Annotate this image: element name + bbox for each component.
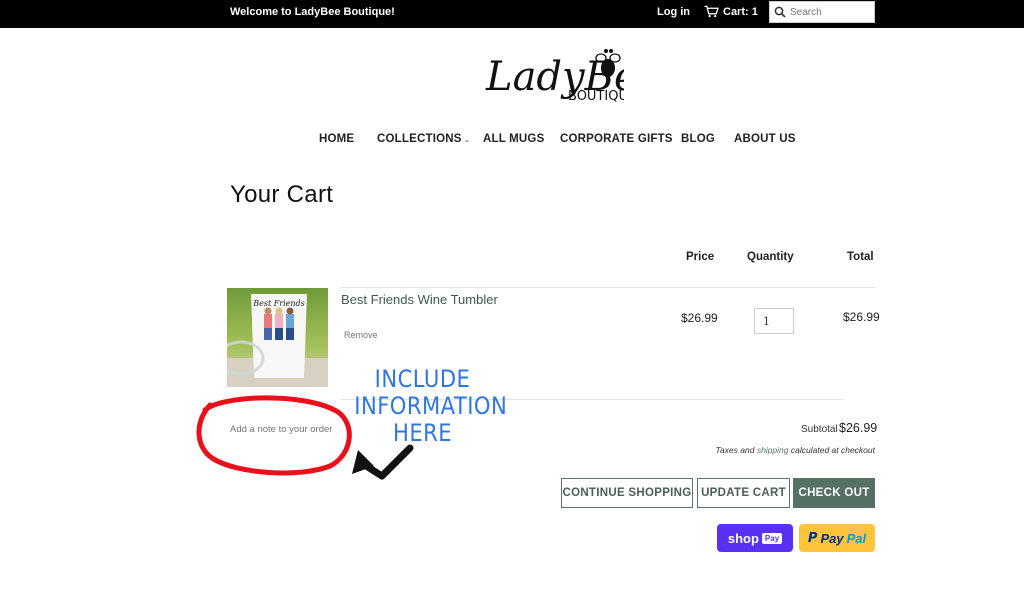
annotation-text: INCLUDE INFORMATION HERE: [354, 365, 508, 447]
continue-shopping-button[interactable]: CONTINUE SHOPPING: [561, 478, 693, 508]
update-cart-button[interactable]: UPDATE CART: [697, 478, 790, 508]
search-input[interactable]: [790, 6, 870, 18]
product-title-link[interactable]: Best Friends Wine Tumbler: [341, 292, 498, 307]
checkout-button[interactable]: CHECK OUT: [793, 478, 875, 508]
column-header-quantity: Quantity: [747, 251, 794, 263]
shop-pay-button[interactable]: shop Pay: [717, 524, 793, 552]
nav-home[interactable]: HOME: [319, 133, 354, 145]
logo-image: LadyBee BOUTIQUE: [485, 49, 661, 104]
nav-collections-label: COLLECTIONS: [377, 133, 462, 145]
brand-logo[interactable]: LadyBee BOUTIQUE: [484, 44, 661, 110]
main-nav: HOME COLLECTIONS ⌄ ALL MUGS CORPORATE GIF…: [0, 133, 1024, 149]
red-circle-annotation: [196, 395, 352, 476]
chevron-down-icon: ⌄: [463, 135, 471, 144]
remove-item-link[interactable]: Remove: [344, 330, 378, 340]
tax-note-prefix: Taxes and: [715, 445, 755, 455]
order-note-field[interactable]: Add a note to your order: [230, 424, 332, 435]
annotation-line-3: HERE: [392, 419, 453, 447]
product-thumbnail[interactable]: Best Friends: [227, 288, 328, 387]
cart-count-label: Cart: 1: [723, 5, 758, 18]
table-divider: [341, 287, 875, 288]
shipping-link[interactable]: shipping: [757, 445, 789, 455]
tax-note-suffix: calculated at checkout: [790, 445, 875, 455]
top-bar: Welcome to LadyBee Boutique! Log in Cart…: [0, 0, 1024, 28]
item-line-total: $26.99: [843, 310, 880, 324]
paypal-button[interactable]: 𝙋 Pay Pal: [799, 524, 875, 552]
quantity-input[interactable]: [754, 308, 794, 334]
cart-icon: [704, 5, 719, 18]
nav-about-us[interactable]: ABOUT US: [734, 133, 796, 145]
product-thumb-text: Best Friends: [252, 299, 305, 308]
friends-illustration-icon: [264, 307, 294, 340]
nav-corporate-gifts[interactable]: CORPORATE GIFTS: [560, 133, 673, 145]
paypal-word-pay: Pay: [820, 530, 844, 546]
column-header-price: Price: [686, 251, 715, 263]
nav-blog[interactable]: BLOG: [681, 133, 715, 145]
shop-pay-badge: Pay: [761, 532, 783, 544]
annotation-line-2: INFORMATION: [354, 392, 508, 420]
paypal-word-pal: Pal: [846, 530, 867, 546]
nav-all-mugs[interactable]: ALL MUGS: [483, 133, 544, 145]
shop-pay-word: shop: [727, 530, 759, 546]
paypal-p-icon: 𝙋: [807, 530, 818, 545]
search-box[interactable]: [769, 1, 875, 23]
cart-link[interactable]: Cart: 1: [704, 5, 758, 18]
row-divider: [341, 399, 844, 400]
subtotal-value: $26.99: [839, 421, 878, 435]
column-header-total: Total: [847, 251, 874, 263]
item-price: $26.99: [681, 311, 718, 325]
logo-sub-text: BOUTIQUE: [568, 89, 624, 104]
subtotal-label: Subtotal: [801, 424, 838, 435]
login-link[interactable]: Log in: [657, 6, 690, 18]
annotation-line-1: INCLUDE: [374, 365, 471, 393]
product-image: Best Friends: [227, 288, 328, 387]
tax-note: Taxes and shipping calculated at checkou…: [716, 445, 875, 455]
welcome-message: Welcome to LadyBee Boutique!: [230, 6, 395, 18]
search-icon: [774, 6, 786, 18]
page-title: Your Cart: [230, 181, 334, 208]
nav-collections[interactable]: COLLECTIONS ⌄: [377, 133, 471, 145]
arrow-annotation-icon: [352, 444, 414, 480]
